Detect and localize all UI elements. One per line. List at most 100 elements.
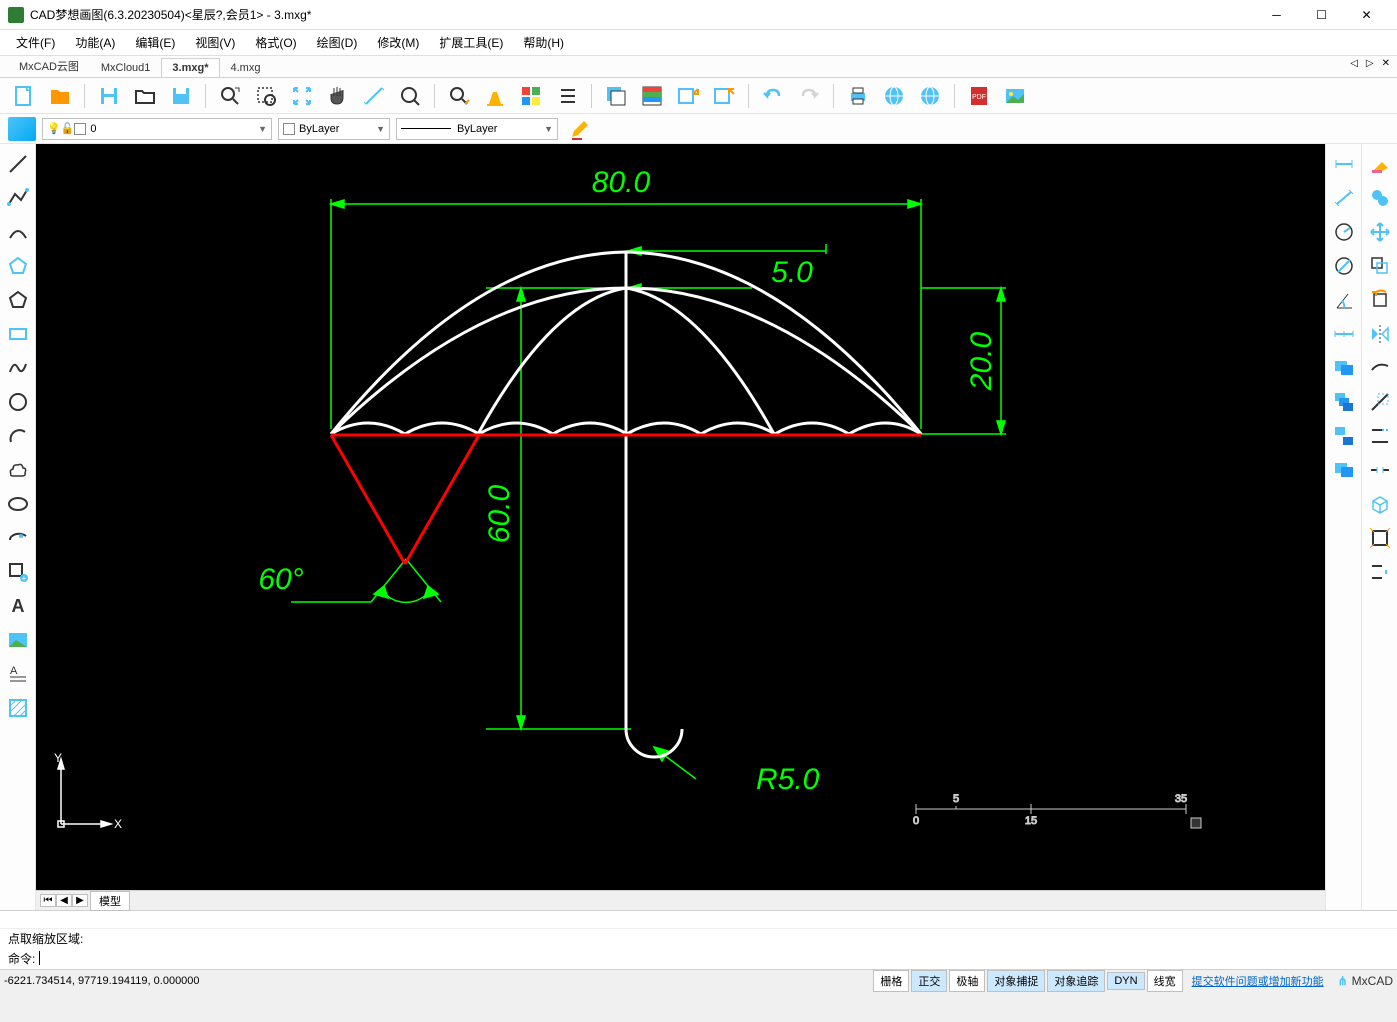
export-button[interactable] — [672, 80, 704, 112]
menu-extension[interactable]: 扩展工具(E) — [431, 31, 511, 54]
layers3-tool[interactable] — [1328, 420, 1360, 452]
menu-help[interactable]: 帮助(H) — [515, 31, 572, 54]
list-button[interactable] — [551, 80, 583, 112]
dim-radius-tool[interactable] — [1328, 216, 1360, 248]
tab-mxcad-cloud[interactable]: MxCAD云图 — [8, 54, 90, 77]
menu-modify[interactable]: 修改(M) — [369, 31, 427, 54]
color-dropdown[interactable]: ByLayer ▼ — [278, 118, 390, 140]
fillet-tool[interactable] — [1364, 556, 1396, 588]
open-button[interactable] — [44, 80, 76, 112]
circle-tool[interactable] — [2, 386, 34, 418]
image-button[interactable] — [999, 80, 1031, 112]
tab-mxcloud1[interactable]: MxCloud1 — [90, 58, 162, 77]
dim-linear-tool[interactable] — [1328, 148, 1360, 180]
cloud-tool[interactable] — [2, 454, 34, 486]
layer-manager-icon[interactable] — [8, 117, 36, 141]
grid-toggle[interactable]: 栅格 — [873, 970, 909, 992]
find-button[interactable] — [443, 80, 475, 112]
menu-draw[interactable]: 绘图(D) — [309, 31, 366, 54]
layers4-tool[interactable] — [1328, 454, 1360, 486]
otrack-toggle[interactable]: 对象追踪 — [1047, 970, 1105, 992]
menu-function[interactable]: 功能(A) — [67, 31, 123, 54]
polar-toggle[interactable]: 极轴 — [949, 970, 985, 992]
line-tool[interactable] — [2, 148, 34, 180]
menu-file[interactable]: 文件(F) — [8, 31, 63, 54]
spline-tool[interactable] — [2, 352, 34, 384]
dyn-toggle[interactable]: DYN — [1107, 972, 1144, 990]
zoom-extents-button[interactable] — [286, 80, 318, 112]
scale-tool[interactable] — [1364, 352, 1396, 384]
highlight-button[interactable] — [479, 80, 511, 112]
tab-prev[interactable]: ◁ — [1347, 58, 1361, 69]
new-button[interactable] — [8, 80, 40, 112]
zoom-select-button[interactable] — [214, 80, 246, 112]
maximize-button[interactable]: ☐ — [1299, 0, 1344, 30]
redo-button[interactable] — [793, 80, 825, 112]
mtext-tool[interactable]: A — [2, 658, 34, 690]
mirror-tool[interactable] — [1364, 318, 1396, 350]
ellipse-arc-tool[interactable] — [2, 522, 34, 554]
ortho-toggle[interactable]: 正交 — [911, 970, 947, 992]
copy-tool[interactable] — [1364, 182, 1396, 214]
arc2-tool[interactable] — [2, 420, 34, 452]
dim-angular-tool[interactable] — [1328, 284, 1360, 316]
polygon-tool[interactable] — [2, 250, 34, 282]
undo-button[interactable] — [757, 80, 789, 112]
drawing-canvas[interactable]: 80.0 5.0 — [36, 144, 1325, 890]
pdf-button[interactable]: PDF — [963, 80, 995, 112]
block-insert-tool[interactable]: + — [2, 556, 34, 588]
save-button[interactable] — [93, 80, 125, 112]
pencil-edit-button[interactable] — [564, 113, 596, 145]
erase-tool[interactable] — [1364, 148, 1396, 180]
extend-tool[interactable] — [1364, 420, 1396, 452]
saveas-button[interactable] — [165, 80, 197, 112]
tab-close[interactable]: ✕ — [1379, 58, 1393, 69]
dim-diameter-tool[interactable] — [1328, 250, 1360, 282]
rectangle-tool[interactable] — [2, 318, 34, 350]
dim-aligned-tool[interactable] — [1328, 182, 1360, 214]
linetype-dropdown[interactable]: ByLayer ▼ — [396, 118, 558, 140]
pan-button[interactable] — [322, 80, 354, 112]
lweight-toggle[interactable]: 线宽 — [1147, 970, 1183, 992]
properties-button[interactable] — [636, 80, 668, 112]
zoom-window-button[interactable] — [250, 80, 282, 112]
palette-button[interactable] — [515, 80, 547, 112]
hatch-tool[interactable] — [2, 692, 34, 724]
menu-edit[interactable]: 编辑(E) — [127, 31, 183, 54]
import-button[interactable] — [708, 80, 740, 112]
rotate-tool[interactable] — [1364, 284, 1396, 316]
polyline-tool[interactable] — [2, 182, 34, 214]
move-tool[interactable] — [1364, 216, 1396, 248]
feedback-link[interactable]: 提交软件问题或增加新功能 — [1192, 973, 1324, 989]
model-tab[interactable]: 模型 — [90, 891, 130, 911]
image-insert-tool[interactable] — [2, 624, 34, 656]
model-next[interactable]: ▶ — [72, 894, 88, 907]
close-button[interactable]: ✕ — [1344, 0, 1389, 30]
box-tool[interactable] — [1364, 488, 1396, 520]
command-input[interactable] — [39, 951, 40, 965]
break-tool[interactable] — [1364, 454, 1396, 486]
menu-view[interactable]: 视图(V) — [187, 31, 243, 54]
tab-next[interactable]: ▷ — [1363, 58, 1377, 69]
minimize-button[interactable]: ─ — [1254, 0, 1299, 30]
measure-button[interactable] — [358, 80, 390, 112]
model-first[interactable]: ⏮ — [40, 894, 56, 907]
arc-tool[interactable] — [2, 216, 34, 248]
polygon2-tool[interactable] — [2, 284, 34, 316]
explode-tool[interactable] — [1364, 522, 1396, 554]
layers2-tool[interactable] — [1328, 386, 1360, 418]
print-button[interactable] — [842, 80, 874, 112]
ellipse-tool[interactable] — [2, 488, 34, 520]
web-button[interactable] — [878, 80, 910, 112]
trim-tool[interactable] — [1364, 386, 1396, 418]
model-prev[interactable]: ◀ — [56, 894, 72, 907]
dim-continue-tool[interactable] — [1328, 318, 1360, 350]
text-tool[interactable]: A — [2, 590, 34, 622]
zoom-button[interactable] — [394, 80, 426, 112]
layers1-tool[interactable] — [1328, 352, 1360, 384]
folder-button[interactable] — [129, 80, 161, 112]
osnap-toggle[interactable]: 对象捕捉 — [987, 970, 1045, 992]
offset-tool[interactable] — [1364, 250, 1396, 282]
web2-button[interactable] — [914, 80, 946, 112]
layer-dropdown[interactable]: 💡🔓 0 ▼ — [42, 118, 272, 140]
